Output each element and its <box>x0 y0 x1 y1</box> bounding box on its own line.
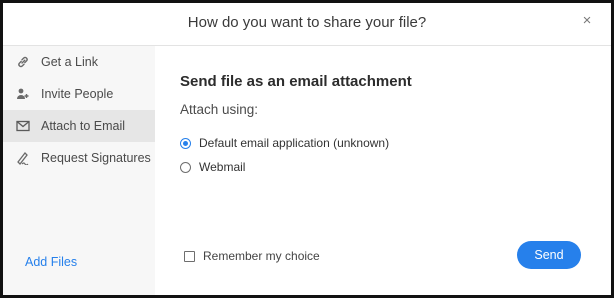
main-panel: Send file as an email attachment Attach … <box>155 46 611 295</box>
radio-button-selected[interactable] <box>180 137 191 149</box>
dialog-title: How do you want to share your file? <box>187 14 427 31</box>
remember-choice[interactable]: Remember my choice <box>184 248 320 264</box>
link-icon <box>15 54 31 70</box>
signature-icon <box>15 150 31 166</box>
option-label: Webmail <box>199 160 246 174</box>
sidebar-item-attach-to-email[interactable]: Attach to Email <box>3 110 155 142</box>
sidebar: Get a Link Invite People Attach to Email <box>3 46 155 295</box>
sidebar-item-get-a-link[interactable]: Get a Link <box>3 46 155 78</box>
sidebar-item-label: Invite People <box>41 87 114 101</box>
invite-people-icon <box>15 86 31 102</box>
remember-label: Remember my choice <box>203 249 320 263</box>
attach-using-label: Attach using: <box>180 102 259 117</box>
radio-button[interactable] <box>180 161 191 173</box>
sidebar-item-request-signatures[interactable]: Request Signatures <box>3 142 155 174</box>
page-title: Send file as an email attachment <box>180 73 412 90</box>
sidebar-item-label: Attach to Email <box>41 119 126 133</box>
option-webmail[interactable]: Webmail <box>180 159 245 175</box>
dialog-header: How do you want to share your file? × <box>3 3 611 46</box>
option-label: Default email application (unknown) <box>199 136 390 150</box>
sidebar-item-label: Request Signatures <box>41 151 151 165</box>
option-default-email[interactable]: Default email application (unknown) <box>180 135 389 151</box>
sidebar-item-invite-people[interactable]: Invite People <box>3 78 155 110</box>
add-files-link[interactable]: Add Files <box>25 255 77 269</box>
share-dialog: How do you want to share your file? × Ge… <box>0 0 614 298</box>
close-button[interactable]: × <box>577 11 597 31</box>
sidebar-item-label: Get a Link <box>41 55 98 69</box>
remember-checkbox[interactable] <box>184 250 195 262</box>
email-icon <box>15 118 31 134</box>
send-button[interactable]: Send <box>517 241 581 269</box>
